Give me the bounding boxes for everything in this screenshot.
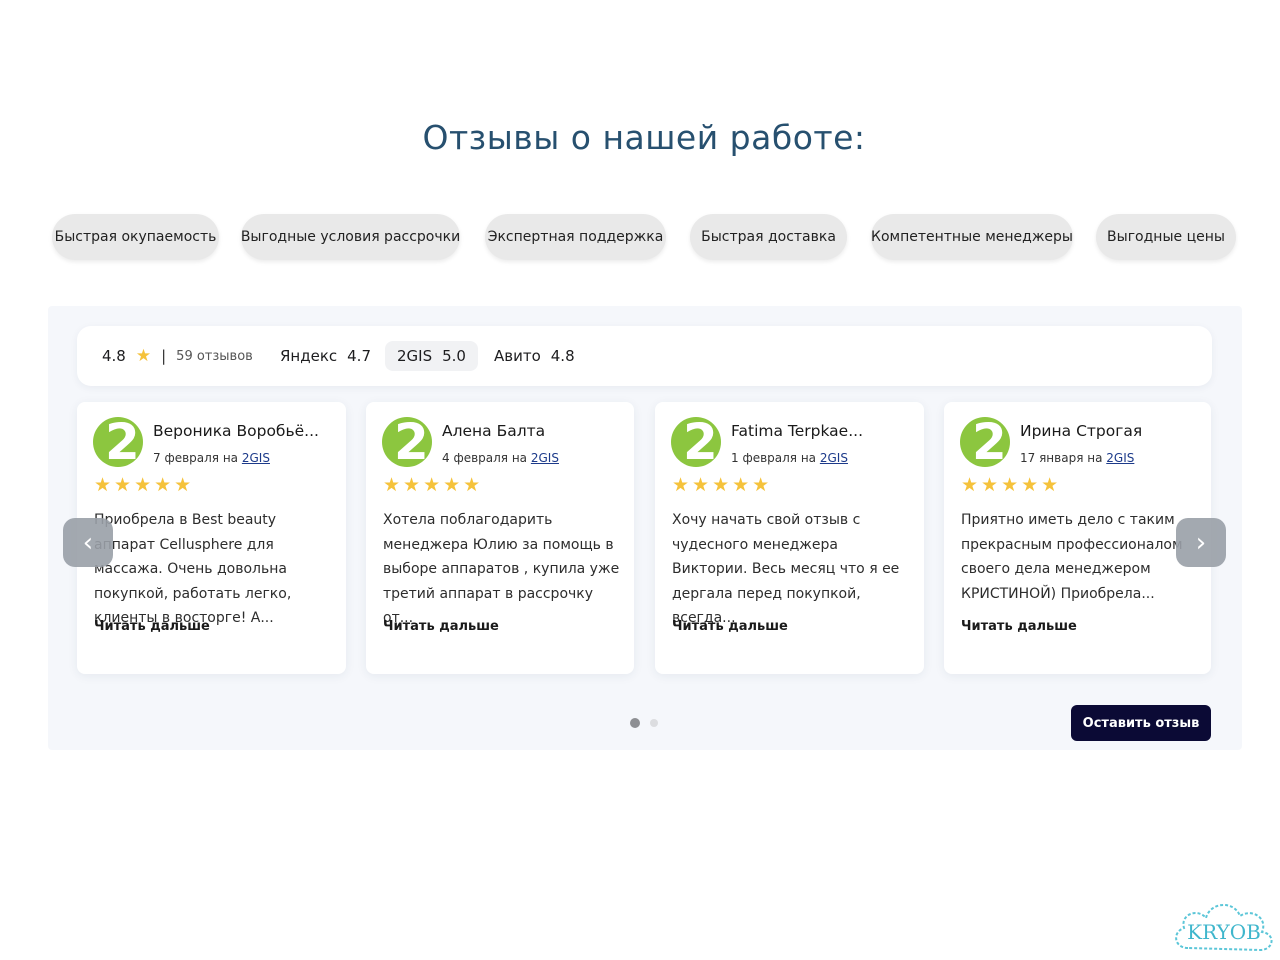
carousel-dot[interactable] [650, 719, 658, 727]
source-name: Яндекс [280, 347, 338, 365]
overall-rating[interactable]: 4.8 ★ | 59 отзывов [102, 326, 253, 386]
review-meta: 1 февраля на 2GIS [731, 451, 848, 465]
reviewer-name: Ирина Строгая [1020, 422, 1143, 440]
source-name: 2GIS [397, 347, 433, 365]
review-source-link[interactable]: 2GIS [531, 451, 559, 465]
rating-tab-avito[interactable]: Авито 4.8 [494, 326, 575, 386]
2gis-logo-icon: 2 [683, 417, 718, 467]
chip-fast-delivery[interactable]: Быстрая доставка [690, 214, 847, 260]
chevron-left-icon: ‹ [82, 527, 94, 558]
review-card: 2 Ирина Строгая 17 января на 2GIS ★★★★★ … [944, 402, 1211, 674]
read-more-link[interactable]: Читать дальше [383, 619, 499, 634]
chip-fast-payback[interactable]: Быстрая окупаемость [52, 214, 219, 260]
review-date: 17 января на [1020, 451, 1103, 465]
2gis-logo-icon: 2 [972, 417, 1007, 467]
review-date: 4 февраля на [442, 451, 528, 465]
star-rating: ★★★★★ [961, 474, 1062, 496]
2gis-logo-icon: 2 [394, 417, 429, 467]
review-source-link[interactable]: 2GIS [820, 451, 848, 465]
review-card: 2 Алена Балта 4 февраля на 2GIS ★★★★★ Хо… [366, 402, 634, 674]
source-name: Авито [494, 347, 541, 365]
source-value: 4.7 [347, 347, 371, 365]
review-count: 59 отзывов [176, 348, 253, 364]
reviewer-name: Вероника Воробьё... [153, 422, 319, 440]
chip-prices[interactable]: Выгодные цены [1096, 214, 1236, 260]
review-card: 2 Fatima Terpkae... 1 февраля на 2GIS ★★… [655, 402, 924, 674]
avatar: 2 [93, 417, 143, 467]
separator: | [161, 347, 167, 365]
reviewer-name: Алена Балта [442, 422, 546, 440]
carousel-prev-button[interactable]: ‹ [63, 518, 113, 567]
star-rating: ★★★★★ [94, 474, 195, 496]
carousel-dot-active[interactable] [630, 718, 640, 728]
star-icon: ★ [135, 346, 152, 366]
reviewer-name: Fatima Terpkae... [731, 422, 863, 440]
review-meta: 17 января на 2GIS [1020, 451, 1134, 465]
chip-expert-support[interactable]: Экспертная поддержка [485, 214, 666, 260]
review-text: Приятно иметь дело с таким прекрасным пр… [961, 512, 1183, 602]
leave-review-button[interactable]: Оставить отзыв [1071, 705, 1211, 741]
star-rating: ★★★★★ [672, 474, 773, 496]
rating-tab-2gis[interactable]: 2GIS 5.0 [385, 341, 478, 371]
star-rating: ★★★★★ [383, 474, 484, 496]
carousel-next-button[interactable]: › [1176, 518, 1226, 567]
avatar: 2 [382, 417, 432, 467]
review-text: Приобрела в Best beauty аппарат Cellusph… [94, 512, 292, 626]
section-title: Отзывы о нашей работе: [422, 118, 866, 157]
rating-summary-bar: 4.8 ★ | 59 отзывов Яндекс 4.7 2GIS 5.0 А… [77, 326, 1212, 386]
2gis-logo-icon: 2 [105, 417, 140, 467]
review-date: 1 февраля на [731, 451, 817, 465]
chip-installment[interactable]: Выгодные условия рассрочки [241, 214, 460, 260]
review-source-link[interactable]: 2GIS [242, 451, 270, 465]
chip-managers[interactable]: Компетентные менеджеры [871, 214, 1073, 260]
chevron-right-icon: › [1195, 527, 1207, 558]
review-date: 7 февраля на [153, 451, 239, 465]
avatar: 2 [671, 417, 721, 467]
avatar: 2 [960, 417, 1010, 467]
review-source-link[interactable]: 2GIS [1106, 451, 1134, 465]
rating-tab-yandex[interactable]: Яндекс 4.7 [280, 326, 371, 386]
review-meta: 7 февраля на 2GIS [153, 451, 270, 465]
read-more-link[interactable]: Читать дальше [94, 619, 210, 634]
review-card: 2 Вероника Воробьё... 7 февраля на 2GIS … [77, 402, 346, 674]
source-value: 5.0 [442, 347, 466, 365]
watermark-text: KRYOB [1187, 920, 1261, 944]
review-text: Хотела поблагодарить менеджера Юлию за п… [383, 512, 620, 626]
review-text: Хочу начать свой отзыв с чудесного менед… [672, 512, 900, 626]
review-meta: 4 февраля на 2GIS [442, 451, 559, 465]
overall-rating-value: 4.8 [102, 347, 126, 365]
read-more-link[interactable]: Читать дальше [961, 619, 1077, 634]
source-value: 4.8 [550, 347, 575, 365]
kryob-logo-icon: KRYOB [1175, 904, 1273, 952]
read-more-link[interactable]: Читать дальше [672, 619, 788, 634]
